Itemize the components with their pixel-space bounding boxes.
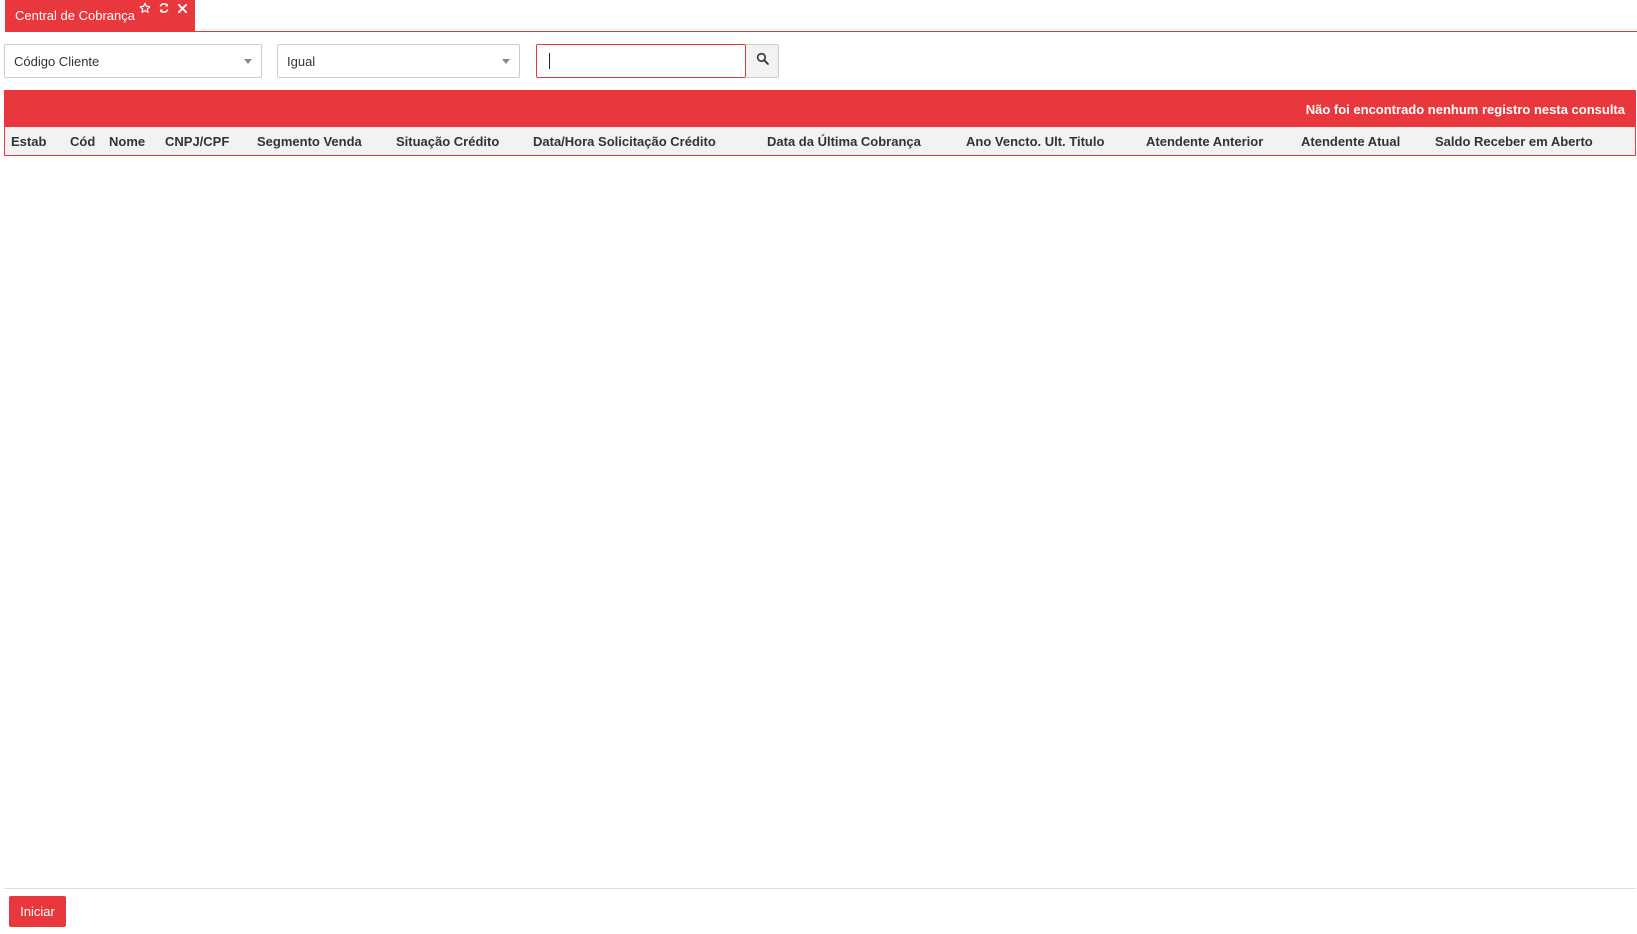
column-header-data-ultima-cobranca[interactable]: Data da Última Cobrança bbox=[767, 134, 921, 149]
column-header-atendente-anterior[interactable]: Atendente Anterior bbox=[1146, 134, 1263, 149]
operator-select[interactable]: Igual bbox=[277, 44, 520, 78]
column-header-ano-vencto[interactable]: Ano Vencto. Ult. Titulo bbox=[966, 134, 1104, 149]
field-select[interactable]: Código Cliente bbox=[4, 44, 262, 78]
column-header-atendente-atual[interactable]: Atendente Atual bbox=[1301, 134, 1400, 149]
grid-header-row: Estab Cód Nome CNPJ/CPF Segmento Venda S… bbox=[5, 127, 1635, 155]
field-select-value: Código Cliente bbox=[14, 54, 100, 69]
column-header-data-hora-solicitacao[interactable]: Data/Hora Solicitação Crédito bbox=[533, 134, 716, 149]
chevron-down-icon bbox=[502, 59, 510, 64]
no-records-message: Não foi encontrado nenhum registro nesta… bbox=[1305, 102, 1625, 117]
column-header-situacao-credito[interactable]: Situação Crédito bbox=[396, 134, 499, 149]
search-icon bbox=[756, 52, 769, 70]
no-records-banner: Não foi encontrado nenhum registro nesta… bbox=[5, 91, 1635, 127]
close-icon[interactable] bbox=[175, 1, 189, 15]
operator-select-value: Igual bbox=[287, 54, 316, 69]
tab-title: Central de Cobrança bbox=[15, 8, 135, 23]
tab-underline bbox=[5, 31, 1637, 32]
column-header-saldo-receber[interactable]: Saldo Receber em Aberto bbox=[1435, 134, 1593, 149]
start-button[interactable]: Iniciar bbox=[9, 896, 66, 927]
column-header-nome[interactable]: Nome bbox=[109, 134, 145, 149]
text-cursor bbox=[549, 53, 550, 69]
column-header-cod[interactable]: Cód bbox=[70, 134, 95, 149]
tab-central-de-cobranca[interactable]: Central de Cobrança bbox=[5, 0, 195, 31]
search-input[interactable] bbox=[536, 44, 746, 78]
search-button[interactable] bbox=[746, 44, 779, 78]
footer-divider bbox=[4, 888, 1636, 889]
chevron-down-icon bbox=[244, 59, 252, 64]
column-header-estab[interactable]: Estab bbox=[11, 134, 46, 149]
column-header-segmento-venda[interactable]: Segmento Venda bbox=[257, 134, 362, 149]
star-icon[interactable] bbox=[138, 1, 152, 15]
tab-bar: Central de Cobrança bbox=[0, 0, 1637, 32]
results-grid: Não foi encontrado nenhum registro nesta… bbox=[4, 90, 1636, 156]
column-header-cnpj-cpf[interactable]: CNPJ/CPF bbox=[165, 134, 229, 149]
refresh-icon[interactable] bbox=[157, 1, 171, 15]
